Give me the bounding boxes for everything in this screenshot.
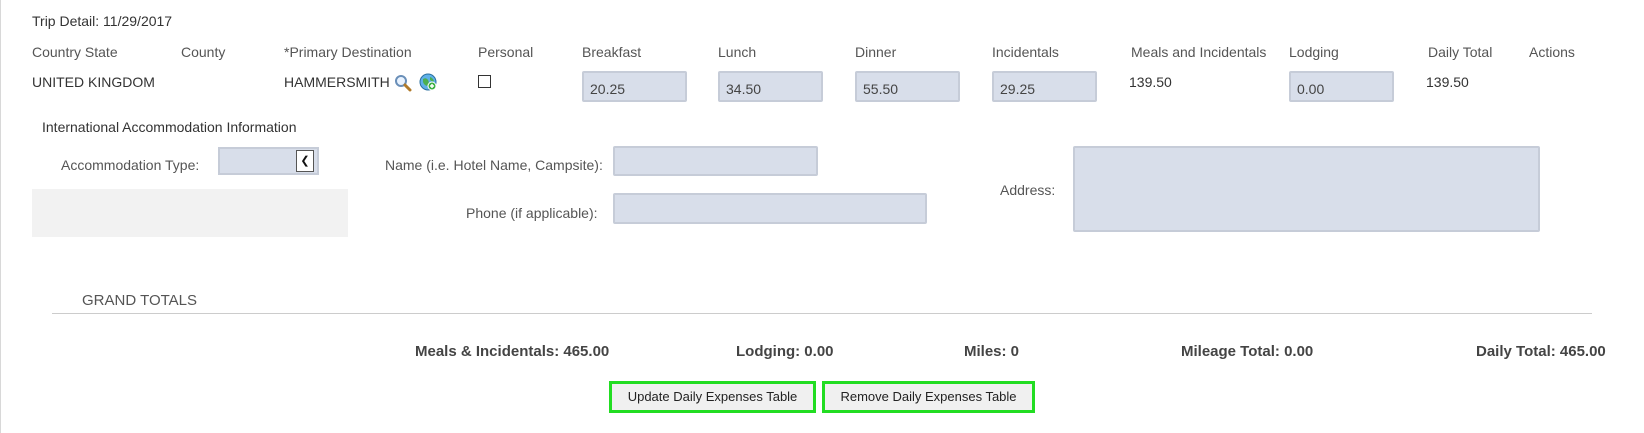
header-incidentals: Incidentals [992,44,1059,60]
header-county: County [181,44,226,60]
lodging-input[interactable] [1289,71,1394,102]
accommodation-address-label: Address: [1000,182,1056,198]
total-miles: Miles: 0 [964,343,1020,360]
header-dinner: Dinner [855,44,897,60]
accommodation-name-input[interactable] [613,146,818,176]
cell-country-state: UNITED KINGDOM [32,74,155,90]
incidentals-input[interactable] [992,71,1097,102]
header-personal: Personal [478,44,534,60]
total-meals-incidentals: Meals & Incidentals: 465.00 [415,343,610,360]
magnifier-icon[interactable] [394,74,412,92]
header-country-state: Country State [32,44,118,60]
cell-meals-and-incidentals: 139.50 [1129,74,1172,90]
header-breakfast: Breakfast [582,44,642,60]
chevron-down-icon[interactable]: ❮ [296,150,314,172]
total-lodging: Lodging: 0.00 [736,343,834,360]
personal-checkbox[interactable] [478,75,491,88]
grand-totals-title: GRAND TOTALS [82,292,198,309]
accommodation-info-panel [32,189,348,237]
accommodation-name-label: Name (i.e. Hotel Name, Campsite): [385,157,603,173]
total-daily: Daily Total: 465.00 [1476,343,1606,360]
update-daily-expenses-button[interactable]: Update Daily Expenses Table [609,381,816,413]
dinner-input[interactable] [855,71,960,102]
header-daily-total: Daily Total [1428,44,1493,60]
accommodation-address-textarea[interactable] [1073,146,1540,232]
remove-daily-expenses-button[interactable]: Remove Daily Expenses Table [822,381,1035,413]
globe-icon[interactable] [419,73,437,91]
accommodation-type-label: Accommodation Type: [61,157,200,173]
breakfast-input[interactable] [582,71,687,102]
cell-primary-destination: HAMMERSMITH [284,74,390,90]
total-mileage: Mileage Total: 0.00 [1181,343,1314,360]
accommodation-phone-label: Phone (if applicable): [466,205,598,221]
grand-totals-divider [52,313,1592,314]
header-lodging: Lodging [1289,44,1339,60]
cell-daily-total: 139.50 [1426,74,1469,90]
page-left-border [0,0,1,433]
trip-detail-title: Trip Detail: 11/29/2017 [32,13,173,29]
lunch-input[interactable] [718,71,823,102]
header-primary-destination: *Primary Destination [284,44,412,60]
accommodation-phone-input[interactable] [613,193,927,224]
header-lunch: Lunch [718,44,757,60]
header-actions: Actions [1529,44,1575,60]
accommodation-section-title: International Accommodation Information [42,119,297,135]
accommodation-type-select[interactable]: ❮ [218,147,319,175]
header-meals-and-incidentals: Meals and Incidentals [1131,44,1267,60]
